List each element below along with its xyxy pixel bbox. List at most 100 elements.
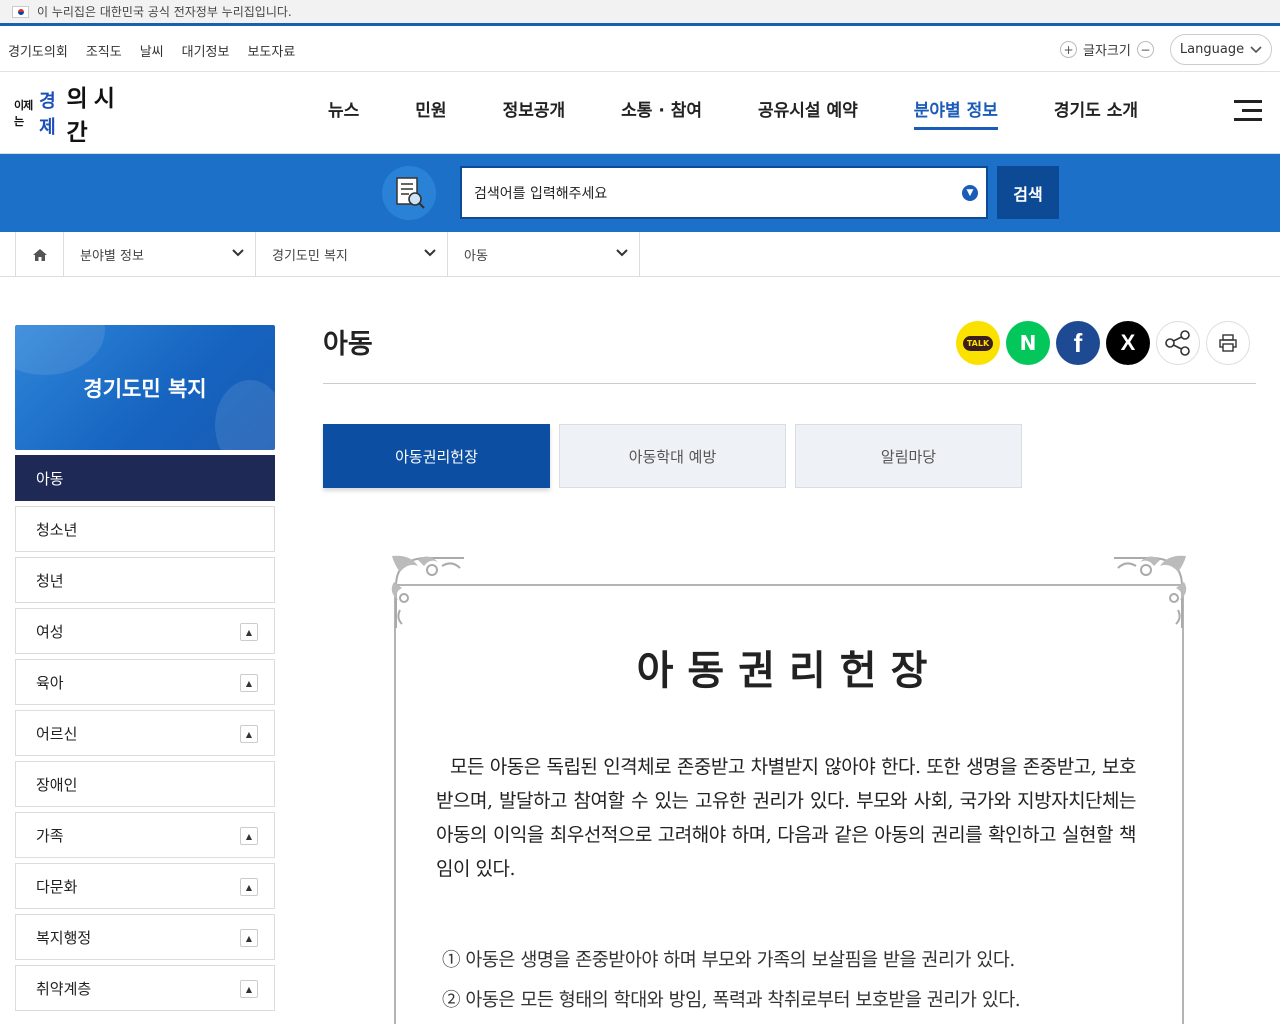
sidebar-item-youth[interactable]: 청소년: [15, 506, 275, 552]
util-link-press[interactable]: 보도자료: [247, 41, 295, 60]
font-increase-button[interactable]: +: [1060, 41, 1077, 58]
gov-banner-text: 이 누리집은 대한민국 공식 전자정부 누리집입니다.: [37, 5, 292, 19]
kakao-share-button[interactable]: TALK: [956, 321, 1000, 365]
gov-banner: 이 누리집은 대한민국 공식 전자정부 누리집입니다.: [0, 0, 1280, 26]
main-header: 이제는 경제 의 시간 뉴스 민원 정보공개 소통 · 참여 공유시설 예약 분…: [0, 72, 1280, 154]
expand-toggle-icon[interactable]: ▲: [240, 725, 258, 743]
charter-intro: 모든 아동은 독립된 인격체로 존중받고 차별받지 않아야 한다. 또한 생명을…: [436, 750, 1137, 886]
font-size-control: + 글자크기 −: [1060, 40, 1154, 59]
content-tabs: 아동권리헌장 아동학대 예방 알림마당: [323, 424, 1022, 488]
sidebar-item-childcare[interactable]: 육아 ▲: [15, 659, 275, 705]
search-band: 검색어를 입력해주세요 ▼ 검색: [0, 154, 1280, 232]
sidebar-item-women[interactable]: 여성 ▲: [15, 608, 275, 654]
sidebar-item-welfare-admin[interactable]: 복지행정 ▲: [15, 914, 275, 960]
sidebar-item-label: 청년: [36, 571, 64, 590]
sidebar-item-label: 다문화: [36, 877, 78, 896]
logo-text-3: 의 시간: [66, 86, 115, 146]
site-logo[interactable]: 이제는 경제 의 시간: [14, 84, 126, 146]
naver-share-button[interactable]: N: [1006, 321, 1050, 365]
breadcrumb-level-2[interactable]: 경기도민 복지: [256, 232, 448, 277]
sidebar-item-label: 육아: [36, 673, 64, 692]
utility-bar: 경기도의회 조직도 날씨 대기정보 보도자료 + 글자크기 − Language: [0, 28, 1280, 72]
facebook-icon: f: [1073, 327, 1083, 358]
x-icon: X: [1120, 330, 1136, 355]
printer-icon: [1219, 334, 1237, 352]
sidebar-item-label: 여성: [36, 622, 64, 641]
sidebar-item-family[interactable]: 가족 ▲: [15, 812, 275, 858]
util-link-air-quality[interactable]: 대기정보: [182, 41, 230, 60]
expand-toggle-icon[interactable]: ▲: [240, 827, 258, 845]
tab-children-rights-charter[interactable]: 아동권리헌장: [323, 424, 550, 488]
share-button[interactable]: [1156, 321, 1200, 365]
sidebar-item-multicultural[interactable]: 다문화 ▲: [15, 863, 275, 909]
sidebar-item-label: 장애인: [36, 775, 78, 794]
expand-toggle-icon[interactable]: ▲: [240, 929, 258, 947]
sidebar-title: 경기도민 복지: [83, 376, 207, 401]
breadcrumb-level-1-label: 분야별 정보: [80, 249, 144, 264]
language-label: Language: [1179, 42, 1245, 57]
expand-toggle-icon[interactable]: ▲: [240, 980, 258, 998]
page-title: 아동: [323, 329, 373, 360]
charter-intro-text: 모든 아동은 독립된 인격체로 존중받고 차별받지 않아야 한다. 또한 생명을…: [436, 756, 1137, 880]
gnb-item-participation[interactable]: 소통 · 참여: [593, 72, 730, 154]
expand-toggle-icon[interactable]: ▲: [240, 878, 258, 896]
chevron-down-icon: [424, 249, 436, 257]
sidebar-item-child[interactable]: 아동: [15, 455, 275, 501]
logo-text-2: 경제: [39, 91, 56, 138]
font-decrease-button[interactable]: −: [1136, 41, 1154, 58]
gnb-item-civil[interactable]: 민원: [387, 72, 474, 154]
util-link-council[interactable]: 경기도의회: [8, 41, 68, 60]
search-dropdown-icon[interactable]: ▼: [962, 185, 978, 201]
share-buttons: TALK N f X: [956, 321, 1250, 365]
util-link-weather[interactable]: 날씨: [140, 41, 164, 60]
logo-text-1: 이제는: [14, 99, 33, 128]
sidebar-item-young-adult[interactable]: 청년: [15, 557, 275, 603]
breadcrumb-level-3[interactable]: 아동: [448, 232, 640, 277]
breadcrumb-level-3-label: 아동: [464, 249, 488, 264]
share-icon: [1165, 330, 1190, 356]
kakao-icon: TALK: [962, 335, 994, 351]
tab-notice-board[interactable]: 알림마당: [795, 424, 1022, 488]
print-button[interactable]: [1206, 321, 1250, 365]
expand-toggle-icon[interactable]: ▲: [240, 623, 258, 641]
sidebar-item-label: 아동: [36, 469, 64, 488]
charter-frame: 아동권리헌장 모든 아동은 독립된 인격체로 존중받고 차별받지 않아야 한다.…: [388, 550, 1190, 1024]
breadcrumb: 분야별 정보 경기도민 복지 아동: [0, 232, 1280, 277]
expand-toggle-icon[interactable]: ▲: [240, 674, 258, 692]
util-link-org-chart[interactable]: 조직도: [86, 41, 122, 60]
charter-item-2: ② 아동은 모든 형태의 학대와 방임, 폭력과 착취로부터 보호받을 권리가 …: [442, 990, 1021, 1011]
sidebar-item-label: 청소년: [36, 520, 78, 539]
tab-child-abuse-prevention[interactable]: 아동학대 예방: [559, 424, 786, 488]
font-size-label: 글자크기: [1083, 44, 1131, 59]
sidebar-title-card: 경기도민 복지: [15, 325, 275, 450]
facebook-share-button[interactable]: f: [1056, 321, 1100, 365]
gnb-item-news[interactable]: 뉴스: [300, 72, 387, 154]
gnb-item-disclosure[interactable]: 정보공개: [475, 72, 594, 154]
ornament-corner-icon: [1114, 555, 1187, 628]
document-search-icon: [382, 166, 436, 220]
gnb-item-about[interactable]: 경기도 소개: [1026, 72, 1166, 154]
utility-links: 경기도의회 조직도 날씨 대기정보 보도자료: [8, 28, 295, 72]
sidebar-menu: 아동 청소년 청년 여성 ▲ 육아 ▲ 어르신 ▲ 장애인 가족 ▲ 다문화 ▲ 복지행정…: [15, 455, 275, 1016]
x-share-button[interactable]: X: [1106, 321, 1150, 365]
search-input[interactable]: 검색어를 입력해주세요 ▼: [460, 166, 988, 219]
chevron-down-icon: [232, 249, 244, 257]
sidebar-item-label: 취약계층: [36, 979, 92, 998]
sidebar-item-label: 복지행정: [36, 928, 92, 947]
sidebar-item-seniors[interactable]: 어르신 ▲: [15, 710, 275, 756]
breadcrumb-level-1[interactable]: 분야별 정보: [64, 232, 256, 277]
gnb-item-field-info[interactable]: 분야별 정보: [886, 72, 1026, 154]
gnb-item-facility-reservation[interactable]: 공유시설 예약: [730, 72, 886, 154]
naver-icon: N: [1019, 331, 1037, 355]
sidebar-item-label: 어르신: [36, 724, 78, 743]
ornament-corner-icon: [391, 555, 464, 628]
sidebar-item-vulnerable[interactable]: 취약계층 ▲: [15, 965, 275, 1011]
breadcrumb-level-2-label: 경기도민 복지: [272, 249, 348, 264]
sidebar-item-disabled[interactable]: 장애인: [15, 761, 275, 807]
home-icon[interactable]: [15, 232, 64, 277]
language-button[interactable]: Language: [1170, 34, 1272, 65]
chevron-down-icon: [616, 249, 628, 257]
menu-icon[interactable]: [1234, 100, 1264, 122]
sidebar-item-label: 가족: [36, 826, 64, 845]
search-button[interactable]: 검색: [997, 166, 1059, 219]
